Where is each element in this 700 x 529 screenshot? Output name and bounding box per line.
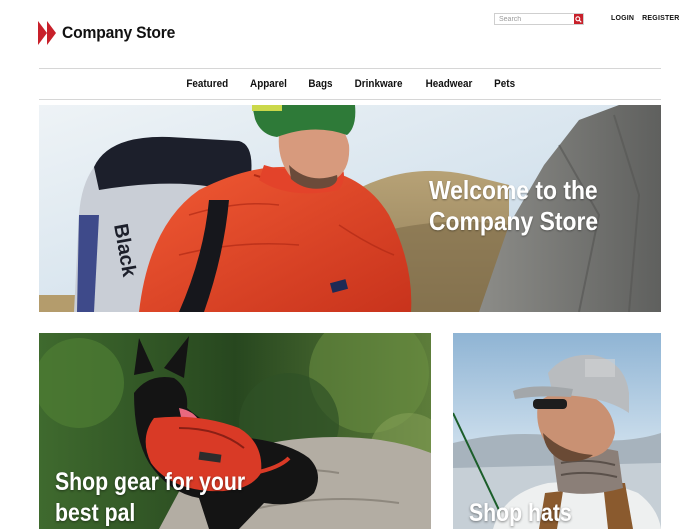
search-button[interactable] (574, 14, 583, 24)
register-link[interactable]: REGISTER (642, 15, 679, 22)
nav-item-apparel[interactable]: Apparel (250, 78, 287, 90)
hero-banner[interactable]: Black Welcome to the Company Store (39, 105, 661, 312)
login-link[interactable]: LOGIN (611, 15, 634, 22)
brand-name: Company Store (62, 23, 176, 42)
nav-item-featured[interactable]: Featured (186, 78, 228, 90)
account-links: LOGIN REGISTER (611, 15, 680, 22)
tile-pets[interactable]: Shop gear for your best pal (39, 333, 431, 529)
site-header: Company Store LOGIN REGISTER (0, 0, 700, 68)
tile-hats[interactable]: Shop hats (453, 333, 661, 529)
tile-pets-title: Shop gear for your best pal (55, 468, 246, 527)
nav-divider (39, 99, 661, 100)
search-input[interactable] (495, 14, 574, 24)
nav-item-bags[interactable]: Bags (308, 78, 332, 90)
main-nav: Featured Apparel Bags Drinkware Headwear… (0, 70, 700, 98)
nav-item-drinkware[interactable]: Drinkware (355, 78, 403, 90)
search-bar (494, 13, 584, 25)
nav-item-headwear[interactable]: Headwear (426, 78, 473, 90)
search-icon (575, 15, 582, 23)
nav-item-pets[interactable]: Pets (494, 78, 515, 90)
header-divider (39, 68, 661, 69)
logo-chevrons-icon (38, 20, 58, 46)
logo[interactable]: Company Store (38, 20, 185, 46)
tile-hats-title: Shop hats (469, 499, 572, 527)
hero-title: Welcome to the Company Store (429, 175, 599, 236)
